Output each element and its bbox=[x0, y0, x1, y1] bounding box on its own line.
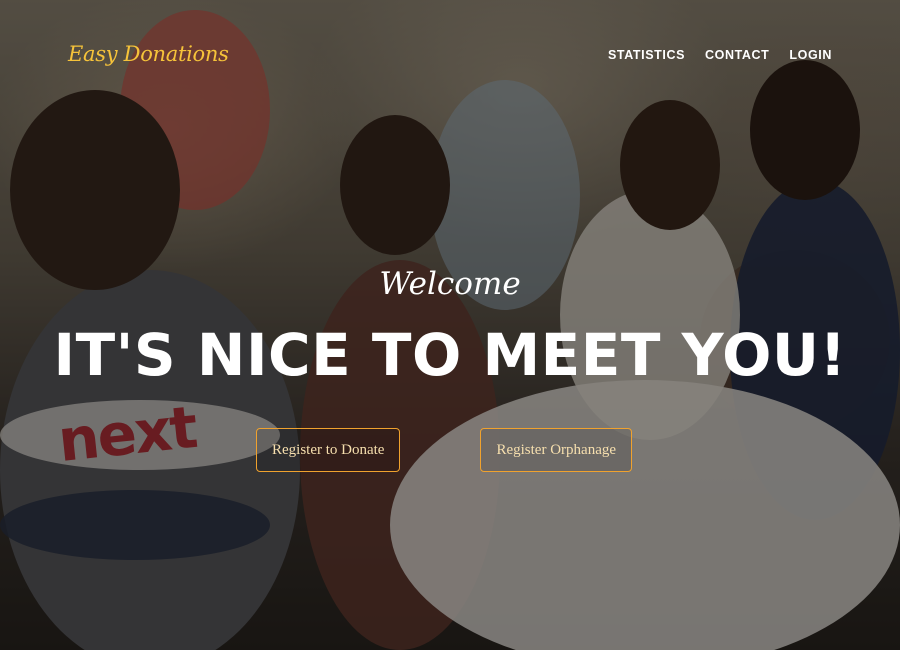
register-orphanage-button[interactable]: Register Orphanage bbox=[480, 428, 633, 472]
register-to-donate-button[interactable]: Register to Donate bbox=[255, 428, 401, 472]
brand-logo-link[interactable]: Easy Donations bbox=[68, 42, 229, 66]
hero-section: next Easy Donations STATISTICS CONTACT L… bbox=[0, 0, 900, 650]
welcome-subheading: Welcome bbox=[379, 266, 521, 302]
nav-links: STATISTICS CONTACT LOGIN bbox=[608, 48, 832, 62]
hero-content: Welcome IT'S NICE TO MEET YOU! Register … bbox=[0, 262, 900, 472]
hero-buttons: Register to Donate Register Orphanage bbox=[0, 428, 900, 472]
nav-link-contact[interactable]: CONTACT bbox=[705, 48, 769, 62]
navbar: Easy Donations STATISTICS CONTACT LOGIN bbox=[0, 0, 900, 110]
nav-link-login[interactable]: LOGIN bbox=[789, 48, 832, 62]
hero-heading: IT'S NICE TO MEET YOU! bbox=[53, 321, 847, 389]
nav-link-statistics[interactable]: STATISTICS bbox=[608, 48, 685, 62]
